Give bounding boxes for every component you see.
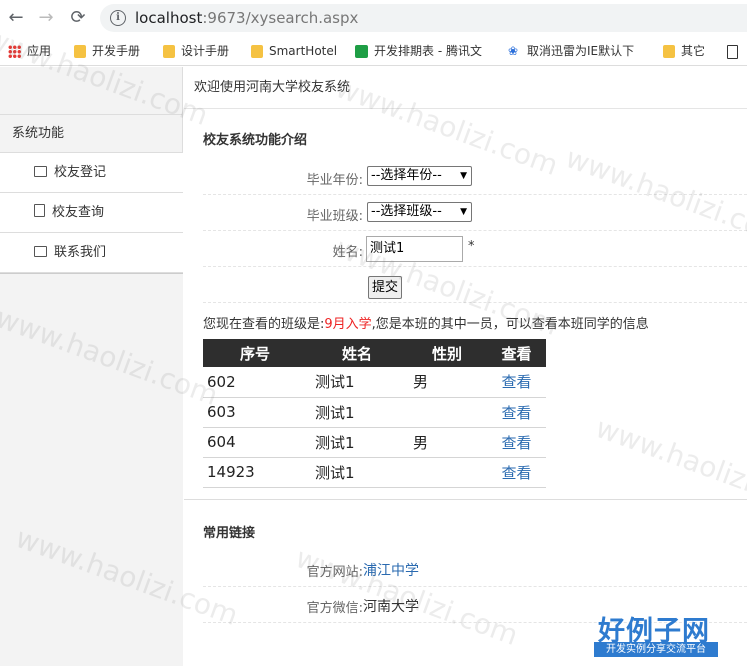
table-header-row: 序号 姓名 性别 查看: [203, 339, 546, 367]
view-link[interactable]: 查看: [487, 457, 546, 488]
cell-gender: 男: [407, 367, 487, 398]
sheet-icon: [355, 45, 368, 58]
forward-icon[interactable]: →: [36, 8, 56, 28]
website-label: 官方网站:: [306, 565, 363, 580]
browser-toolbar: ← → ⟳ i localhost:9673/xysearch.aspx: [0, 0, 747, 36]
main-panel: 欢迎使用河南大学校友系统 校友系统功能介绍 毕业年份: --选择年份-- ▼ 毕业…: [184, 67, 747, 666]
year-row: 毕业年份: --选择年份-- ▼: [203, 159, 747, 195]
class-notice: 您现在查看的班级是:9月入学,您是本班的其中一员，可以查看本班同学的信息: [203, 317, 649, 332]
bookmark-apps[interactable]: 应用: [8, 42, 51, 60]
year-select[interactable]: --选择年份-- ▼: [367, 166, 472, 186]
dropdown-arrow-icon: ▼: [460, 171, 467, 181]
bookmark-smarthotel[interactable]: SmartHotel: [251, 42, 337, 60]
classmates-table: 序号 姓名 性别 查看 602 测试1 男 查看 603 测试1 查看 604 …: [203, 339, 546, 488]
stamp-subtitle: 开发实例分享交流平台: [594, 642, 718, 657]
col-header-id: 序号: [203, 339, 307, 367]
cell-gender: [407, 457, 487, 488]
sidebar-item-search[interactable]: 校友查询: [0, 193, 183, 233]
col-header-view: 查看: [487, 339, 546, 367]
cell-name: 测试1: [307, 397, 407, 428]
bookmark-dev-schedule[interactable]: 开发排期表 - 腾讯文: [355, 42, 492, 60]
bookmark-doc[interactable]: [727, 42, 744, 60]
class-label: 毕业班级:: [306, 209, 363, 224]
bookmark-design-manual[interactable]: 设计手册: [163, 42, 229, 60]
card-icon: [34, 166, 47, 177]
view-link[interactable]: 查看: [487, 397, 546, 428]
bookmark-dev-manual[interactable]: 开发手册: [74, 42, 140, 60]
cell-name: 测试1: [307, 457, 407, 488]
page-content: 系统功能 校友登记 校友查询 联系我们 欢迎使用河南大学校友系统 校友系统功能介…: [0, 67, 747, 666]
apps-grid-icon: [8, 45, 21, 58]
dropdown-arrow-icon: ▼: [460, 207, 467, 217]
sidebar-item-label: 校友查询: [52, 205, 105, 220]
bookmarks-bar: 应用 开发手册 设计手册 SmartHotel 开发排期表 - 腾讯文 ❀ 取消迅…: [0, 36, 747, 66]
cell-gender: [407, 397, 487, 428]
sidebar-item-register[interactable]: 校友登记: [0, 153, 183, 193]
wechat-label: 官方微信:: [306, 601, 363, 616]
folder-icon: [74, 45, 86, 58]
back-icon[interactable]: ←: [6, 8, 26, 28]
view-link[interactable]: 查看: [487, 367, 546, 398]
class-name-highlight: 9月入学: [324, 317, 372, 332]
info-icon[interactable]: i: [110, 10, 126, 26]
sidebar-item-label: 校友登记: [54, 165, 107, 180]
submit-row: [203, 267, 747, 303]
bookmark-other[interactable]: 其它: [663, 42, 705, 60]
links-section-title: 常用链接: [203, 526, 256, 541]
folder-icon: [163, 45, 175, 58]
sidebar-background: [0, 273, 183, 666]
cell-id: 14923: [203, 457, 307, 488]
reload-icon[interactable]: ⟳: [68, 8, 88, 28]
table-row: 603 测试1 查看: [203, 397, 546, 428]
welcome-banner: 欢迎使用河南大学校友系统: [184, 67, 747, 109]
cell-id: 602: [203, 367, 307, 398]
col-header-name: 姓名: [307, 339, 407, 367]
sidebar-item-contact[interactable]: 联系我们: [0, 233, 183, 273]
cell-id: 603: [203, 397, 307, 428]
cell-id: 604: [203, 427, 307, 458]
cell-name: 测试1: [307, 367, 407, 398]
address-bar[interactable]: i localhost:9673/xysearch.aspx: [100, 4, 747, 32]
class-row: 毕业班级: --选择班级-- ▼: [203, 195, 747, 231]
document-icon: [727, 44, 738, 59]
intro-section-title: 校友系统功能介绍: [203, 133, 308, 148]
name-label: 姓名:: [332, 245, 363, 260]
year-label: 毕业年份:: [306, 173, 363, 188]
name-input[interactable]: 测试1: [366, 236, 463, 262]
table-row: 14923 测试1 查看: [203, 457, 546, 488]
cell-name: 测试1: [307, 427, 407, 458]
col-header-gender: 性别: [407, 339, 487, 367]
table-row: 604 测试1 男 查看: [203, 427, 546, 458]
sidebar-title: 系统功能: [0, 114, 183, 153]
submit-button[interactable]: 提交: [368, 276, 402, 299]
url-text[interactable]: localhost:9673/xysearch.aspx: [135, 9, 358, 27]
folder-icon: [663, 45, 675, 58]
site-logo-stamp: 好例子网 开发实例分享交流平台: [594, 609, 720, 659]
bookmark-thunder[interactable]: ❀ 取消迅雷为IE默认下: [508, 42, 646, 60]
view-link[interactable]: 查看: [487, 427, 546, 458]
cell-gender: 男: [407, 427, 487, 458]
paw-icon: ❀: [508, 44, 519, 58]
name-row: 姓名: 测试1 *: [203, 231, 747, 267]
list-icon: [34, 204, 45, 217]
folder-icon: [251, 45, 263, 58]
section-divider: [184, 499, 747, 500]
class-select[interactable]: --选择班级-- ▼: [367, 202, 472, 222]
books-icon: [34, 246, 47, 257]
wechat-value: 河南大学: [363, 599, 419, 615]
sidebar-item-label: 联系我们: [54, 245, 107, 260]
table-row: 602 测试1 男 查看: [203, 367, 546, 398]
required-mark: *: [468, 239, 475, 254]
website-row: 官方网站: 浦江中学: [203, 551, 747, 587]
sidebar: 系统功能 校友登记 校友查询 联系我们: [0, 67, 183, 666]
website-link[interactable]: 浦江中学: [363, 560, 419, 580]
